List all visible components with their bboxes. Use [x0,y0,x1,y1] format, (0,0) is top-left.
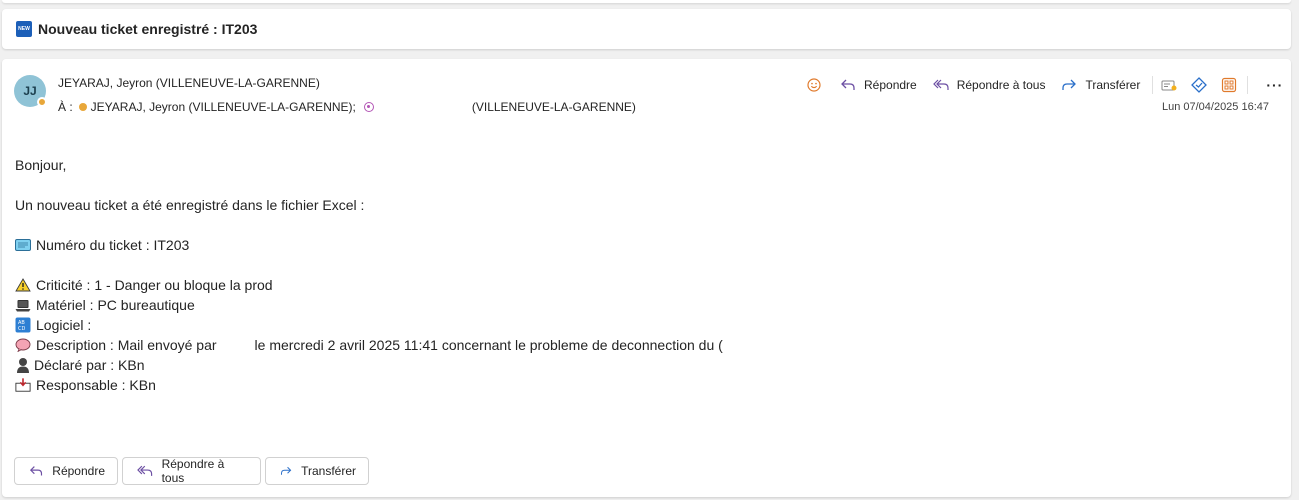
bottom-forward-label: Transférer [301,464,356,478]
forward-label: Transférer [1085,78,1141,92]
reply-button[interactable]: Répondre [840,78,917,92]
description-text: le mercredi 2 avril 2025 11:41 concernan… [254,337,723,353]
description-label: Description : Mail envoyé par [36,337,217,353]
recipient-1[interactable]: JEYARAJ, Jeyron (VILLENEUVE-LA-GARENNE); [91,100,356,114]
message-toolbar: Répondre Répondre à tous Transférer ··· [802,75,1283,95]
bottom-reply-label: Répondre [52,464,105,478]
reply-label: Répondre [864,78,917,92]
responsable-line: Responsable : KBn [15,375,753,395]
apps-grid-icon[interactable] [1217,75,1241,95]
forward-arrow-icon [281,466,292,475]
presence-away-icon [37,97,47,107]
laptop-icon [15,297,31,313]
description-line: Description : Mail envoyé par le mercred… [15,335,753,355]
recipients-line: À : JEYARAJ, Jeyron (VILLENEUVE-LA-GAREN… [58,100,636,114]
logiciel-text: Logiciel : [36,317,92,333]
speech-balloon-icon [15,337,31,353]
bottom-reply-all-button[interactable]: Répondre à tous [122,457,261,485]
reply-arrow-icon [841,79,855,90]
new-badge-icon: NEW [16,21,32,37]
more-options-icon[interactable]: ··· [1266,77,1283,93]
message-card: JJ JEYARAJ, Jeyron (VILLENEUVE-LA-GARENN… [2,59,1291,497]
inbox-tray-icon [15,377,31,393]
add-in-diamond-icon[interactable] [1187,75,1211,95]
message-timestamp: Lun 07/04/2025 16:47 [1161,101,1269,113]
forward-button[interactable]: Transférer [1061,78,1140,92]
sender-name[interactable]: JEYARAJ, Jeyron (VILLENEUVE-LA-GARENNE) [58,76,320,90]
svg-text:CD: CD [18,326,25,332]
materiel-text: Matériel : PC bureautique [36,297,195,313]
subject-bar: NEW Nouveau ticket enregistré : IT203 [2,9,1291,49]
bottom-forward-button[interactable]: Transférer [265,457,369,485]
toolbar-divider [1247,76,1249,94]
criticite-text: Criticité : 1 - Danger ou bloque la prod [36,277,273,293]
body-greeting: Bonjour, [15,157,67,173]
ticket-number-text: Numéro du ticket : IT203 [36,237,190,253]
mail-subject: Nouveau ticket enregistré : IT203 [38,21,258,37]
reply-all-arrow-icon [137,465,153,476]
criticite-line: Criticité : 1 - Danger ou bloque la prod [15,275,753,295]
reply-all-button[interactable]: Répondre à tous [932,78,1046,92]
bottom-reply-bar: Répondre Répondre à tous Transférer [14,457,373,485]
declare-par-line: Déclaré par : KBn [15,355,753,375]
person-icon [15,357,31,373]
forward-arrow-icon [1062,79,1077,90]
warning-icon [15,277,31,293]
reaction-smiley-icon[interactable] [802,75,826,95]
recipient-2[interactable]: (VILLENEUVE-LA-GARENNE) [472,100,636,114]
reply-arrow-icon [29,466,43,476]
reply-all-label: Répondre à tous [956,78,1046,92]
abcd-icon: AB CD [15,317,31,333]
ticket-icon [15,237,31,253]
previous-pane-edge [2,0,1291,3]
immersive-reader-icon[interactable] [1157,75,1181,95]
reply-all-arrow-icon [932,79,949,90]
toolbar-divider [1152,76,1154,94]
body-intro: Un nouveau ticket a été enregistré dans … [15,197,365,213]
bottom-reply-button[interactable]: Répondre [14,457,118,485]
ticket-number-line: Numéro du ticket : IT203 [15,235,753,255]
presence-away-icon [78,103,87,111]
responsable-text: Responsable : KBn [36,377,156,393]
message-body: Bonjour, Un nouveau ticket a été enregis… [15,155,753,395]
bottom-reply-all-label: Répondre à tous [161,457,225,485]
declare-par-text: Déclaré par : KBn [34,357,145,373]
to-label: À : [58,100,73,114]
materiel-line: Matériel : PC bureautique [15,295,753,315]
presence-dnd-icon [363,102,374,112]
logiciel-line: AB CD Logiciel : [15,315,753,335]
